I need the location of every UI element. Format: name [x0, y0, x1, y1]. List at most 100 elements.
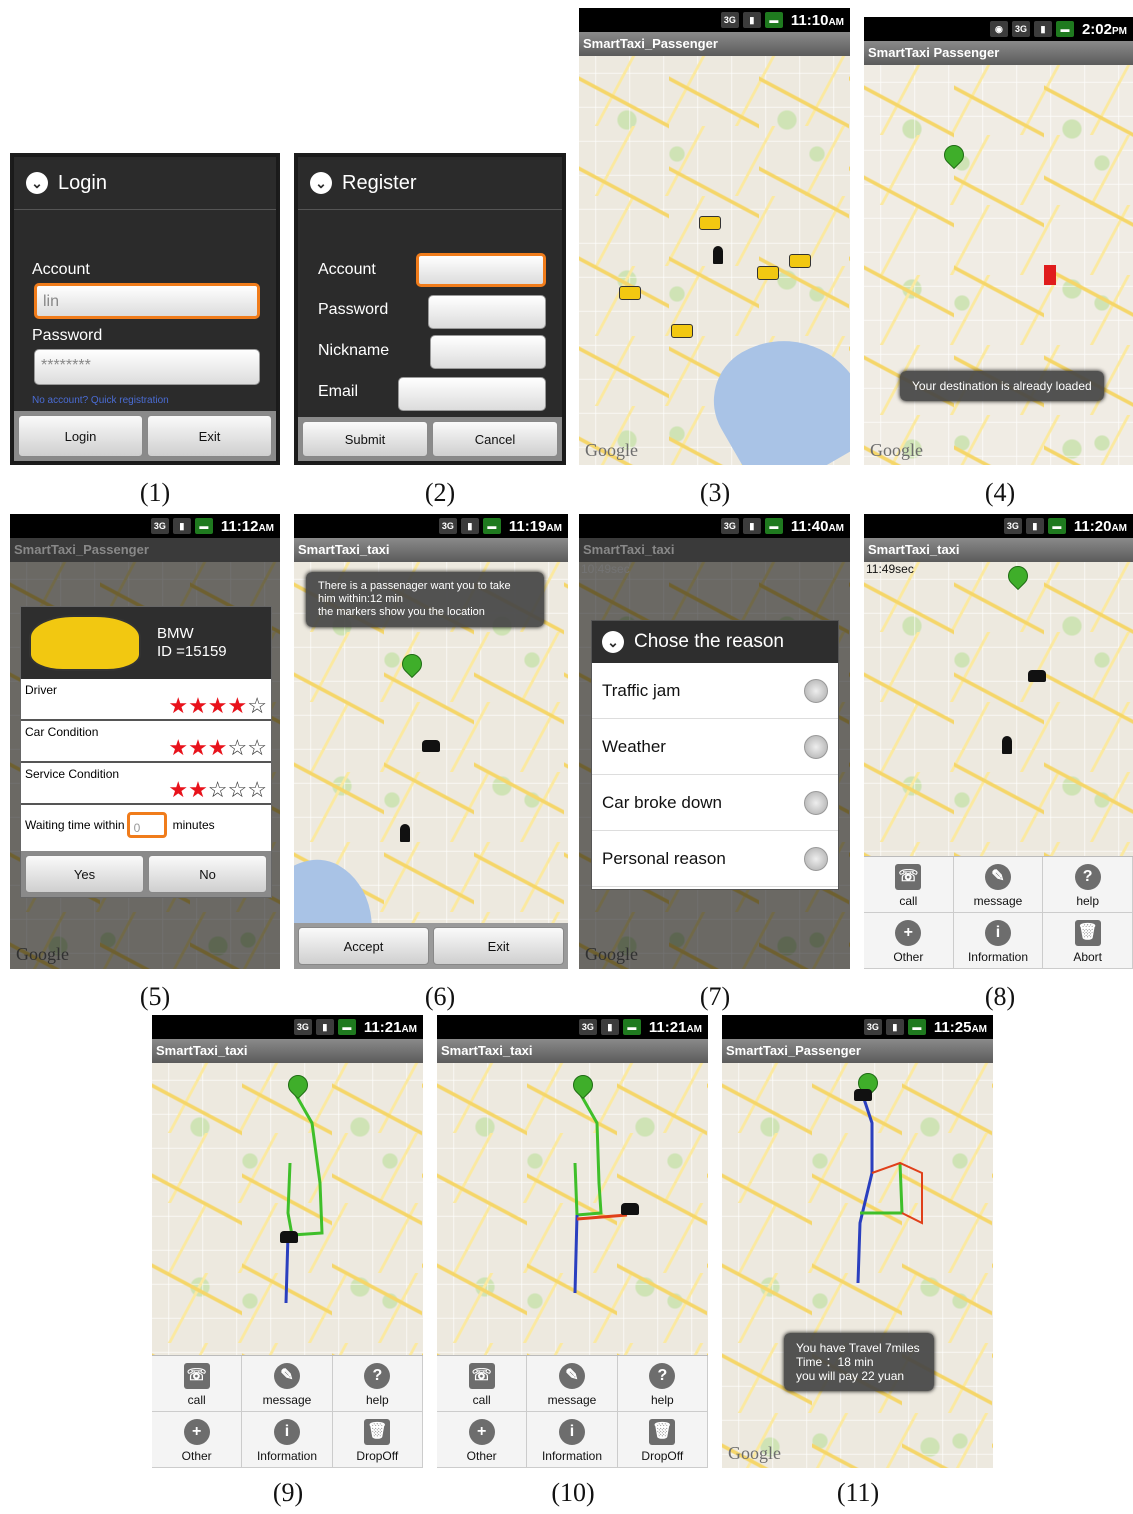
radio-button[interactable] — [804, 734, 828, 759]
rating-row-car: Car Condition ★★★☆☆ — [21, 721, 271, 763]
taxi-icon[interactable] — [854, 1089, 872, 1101]
taxi-icon[interactable] — [1028, 670, 1046, 682]
destination-pin-icon[interactable] — [402, 654, 420, 680]
menu-item[interactable]: i Information — [242, 1412, 333, 1468]
map-view[interactable]: Google — [579, 56, 850, 465]
map-view[interactable]: There is a passenager want you to take h… — [294, 562, 568, 969]
menu-item[interactable]: 🗑 Abort — [1043, 913, 1133, 969]
taxi-icon[interactable] — [621, 1203, 639, 1215]
passenger-icon[interactable] — [1002, 736, 1012, 754]
status-bar: 3G ▮ ▬ 11:10AM — [579, 8, 850, 32]
menu-item[interactable]: + Other — [152, 1412, 243, 1468]
taxi-icon[interactable] — [422, 740, 440, 752]
menu-item[interactable]: ☏ call — [864, 857, 954, 913]
rating-row-driver: Driver ★★★★☆ — [21, 679, 271, 721]
toast-line: you will pay 22 yuan — [796, 1369, 905, 1383]
car-condition-stars[interactable]: ★★★☆☆ — [168, 735, 267, 761]
signal-icon: ▮ — [742, 518, 761, 534]
route-path — [284, 1094, 324, 1304]
yes-button[interactable]: Yes — [25, 855, 144, 893]
star-filled-icon[interactable]: ★ — [168, 735, 188, 760]
taxi-marker[interactable] — [699, 216, 721, 230]
waiting-row: Waiting time within 0 minutes — [21, 805, 271, 845]
star-filled-icon[interactable]: ★ — [208, 735, 228, 760]
account-input[interactable] — [416, 253, 546, 287]
menu-item[interactable]: i Information — [953, 913, 1044, 969]
star-filled-icon[interactable]: ★ — [208, 693, 228, 718]
destination-pin-icon[interactable] — [1008, 566, 1026, 592]
destination-pin-icon[interactable] — [573, 1075, 591, 1101]
google-logo: Google — [728, 1443, 781, 1463]
reason-option[interactable]: Personal reason — [592, 831, 838, 887]
star-filled-icon[interactable]: ★ — [168, 693, 188, 718]
menu-item[interactable]: + Other — [864, 913, 954, 969]
cancel-button[interactable]: Cancel — [432, 421, 558, 457]
map-view[interactable]: You have Travel 7miles Time ：18 min you … — [722, 1063, 993, 1468]
password-input[interactable] — [428, 295, 546, 329]
star-empty-icon[interactable]: ☆ — [247, 777, 267, 802]
menu-item[interactable]: ? help — [1043, 857, 1133, 913]
account-input[interactable]: lin — [34, 283, 260, 319]
menu-item[interactable]: ? help — [332, 1356, 423, 1412]
info-icon: i — [984, 920, 1011, 946]
submit-button[interactable]: Submit — [302, 421, 428, 457]
destination-toast: Your destination is already loaded — [900, 371, 1104, 401]
email-input[interactable] — [398, 377, 546, 411]
star-filled-icon[interactable]: ★ — [168, 777, 188, 802]
menu-item-label: help — [1076, 894, 1099, 908]
quick-registration-link[interactable]: No account? Quick registration — [32, 395, 169, 406]
radio-button[interactable] — [804, 790, 828, 815]
menu-item[interactable]: 🗑 DropOff — [332, 1412, 423, 1468]
timer: 10:49sec — [581, 562, 630, 576]
radio-button[interactable] — [804, 678, 828, 703]
menu-item[interactable]: ☏ call — [437, 1356, 528, 1412]
star-empty-icon[interactable]: ☆ — [247, 735, 267, 760]
exit-button[interactable]: Exit — [147, 415, 272, 457]
menu-item[interactable]: ✎ message — [242, 1356, 333, 1412]
reason-option[interactable]: Traffic jam — [592, 663, 838, 719]
service-condition-stars[interactable]: ★★☆☆☆ — [168, 777, 267, 803]
star-empty-icon[interactable]: ☆ — [247, 693, 267, 718]
radio-button[interactable] — [804, 846, 828, 871]
nickname-input[interactable] — [430, 335, 546, 369]
taxi-marker[interactable] — [757, 266, 779, 280]
taxi-icon[interactable] — [280, 1231, 298, 1243]
menu-item[interactable]: i Information — [527, 1412, 618, 1468]
star-filled-icon[interactable]: ★ — [228, 693, 248, 718]
menu-item[interactable]: 🗑 DropOff — [617, 1412, 708, 1468]
info-icon: i — [558, 1419, 585, 1445]
screen-login: ⌄ Login Account lin Password ******** No… — [10, 153, 280, 465]
taxi-marker[interactable] — [671, 324, 693, 338]
reason-option[interactable]: Weather — [592, 719, 838, 775]
login-button[interactable]: Login — [18, 415, 143, 457]
star-filled-icon[interactable]: ★ — [188, 693, 208, 718]
no-button[interactable]: No — [148, 855, 267, 893]
map-view[interactable]: Your destination is already loaded Googl… — [864, 65, 1133, 465]
menu-item[interactable]: ? help — [617, 1356, 708, 1412]
menu-item[interactable]: ☏ call — [152, 1356, 243, 1412]
exit-button[interactable]: Exit — [433, 927, 564, 965]
destination-flag-icon[interactable] — [1044, 265, 1056, 285]
password-input[interactable]: ******** — [34, 349, 260, 385]
menu-item[interactable]: ✎ message — [953, 857, 1044, 913]
star-filled-icon[interactable]: ★ — [188, 735, 208, 760]
star-empty-icon[interactable]: ☆ — [208, 777, 228, 802]
reason-option[interactable]: Car broke down — [592, 775, 838, 831]
driver-stars[interactable]: ★★★★☆ — [168, 693, 267, 719]
star-filled-icon[interactable]: ★ — [188, 777, 208, 802]
destination-pin-icon[interactable] — [288, 1075, 306, 1101]
trash-icon: 🗑 — [364, 1419, 391, 1445]
screen-destination-map: ◉ 3G ▮ ▬ 2:02PM SmartTaxi Passenger Your… — [864, 17, 1133, 465]
passenger-icon[interactable] — [400, 824, 410, 842]
star-empty-icon[interactable]: ☆ — [228, 735, 248, 760]
waiting-input[interactable]: 0 — [126, 812, 167, 838]
taxi-marker[interactable] — [619, 286, 641, 300]
menu-item-label: Information — [256, 1449, 317, 1463]
accept-button[interactable]: Accept — [298, 927, 429, 965]
menu-item[interactable]: ✎ message — [527, 1356, 618, 1412]
passenger-marker[interactable] — [713, 246, 723, 264]
star-empty-icon[interactable]: ☆ — [228, 777, 248, 802]
origin-pin-icon[interactable] — [944, 145, 962, 171]
menu-item[interactable]: + Other — [437, 1412, 528, 1468]
taxi-marker[interactable] — [789, 254, 811, 268]
